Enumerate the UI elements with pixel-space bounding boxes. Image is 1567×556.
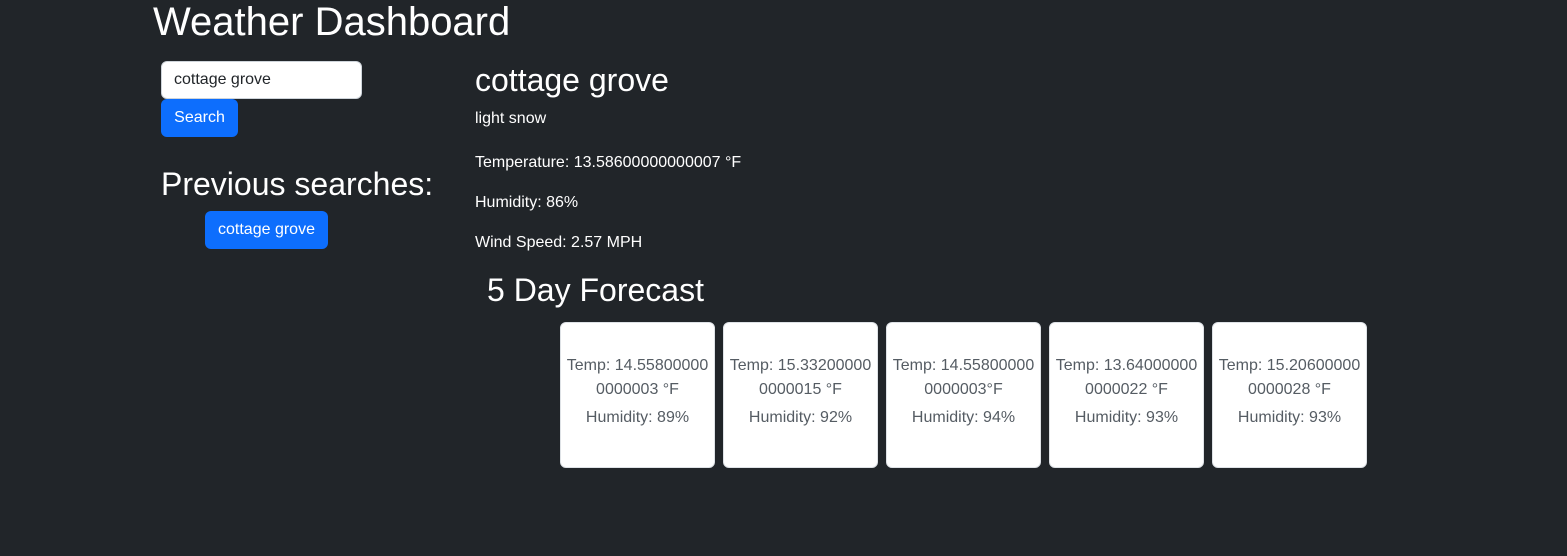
history-item-button[interactable]: cottage grove	[205, 211, 328, 249]
current-city-name: cottage grove	[475, 62, 669, 98]
forecast-humidity: Humidity: 89%	[585, 409, 690, 426]
forecast-humidity: Humidity: 94%	[911, 409, 1016, 426]
current-wind-speed: Wind Speed: 2.57 MPH	[475, 234, 643, 251]
search-input[interactable]	[161, 61, 362, 99]
forecast-temp: Temp: 13.640000000000022 °F	[1055, 357, 1198, 398]
forecast-card-day-2: Temp: 15.332000000000015 °F Humidity: 92…	[723, 322, 878, 468]
previous-searches-heading: Previous searches:	[161, 166, 434, 202]
forecast-card-day-3: Temp: 14.558000000000003°F Humidity: 94%	[886, 322, 1041, 468]
forecast-humidity: Humidity: 93%	[1074, 409, 1179, 426]
current-humidity: Humidity: 86%	[475, 194, 579, 211]
page-title: Weather Dashboard	[153, 0, 511, 44]
forecast-cards: Temp: 14.558000000000003 °F Humidity: 89…	[560, 322, 1367, 468]
current-conditions: light snow	[475, 110, 547, 127]
forecast-temp: Temp: 14.558000000000003°F	[892, 357, 1035, 398]
forecast-heading: 5 Day Forecast	[487, 272, 704, 308]
current-temperature: Temperature: 13.58600000000007 °F	[475, 154, 742, 171]
search-button[interactable]: Search	[161, 99, 238, 137]
forecast-humidity: Humidity: 92%	[748, 409, 853, 426]
forecast-temp: Temp: 14.558000000000003 °F	[566, 357, 709, 398]
forecast-card-day-5: Temp: 15.206000000000028 °F Humidity: 93…	[1212, 322, 1367, 468]
forecast-humidity: Humidity: 93%	[1237, 409, 1342, 426]
forecast-card-day-1: Temp: 14.558000000000003 °F Humidity: 89…	[560, 322, 715, 468]
forecast-temp: Temp: 15.206000000000028 °F	[1218, 357, 1361, 398]
forecast-temp: Temp: 15.332000000000015 °F	[729, 357, 872, 398]
forecast-card-day-4: Temp: 13.640000000000022 °F Humidity: 93…	[1049, 322, 1204, 468]
